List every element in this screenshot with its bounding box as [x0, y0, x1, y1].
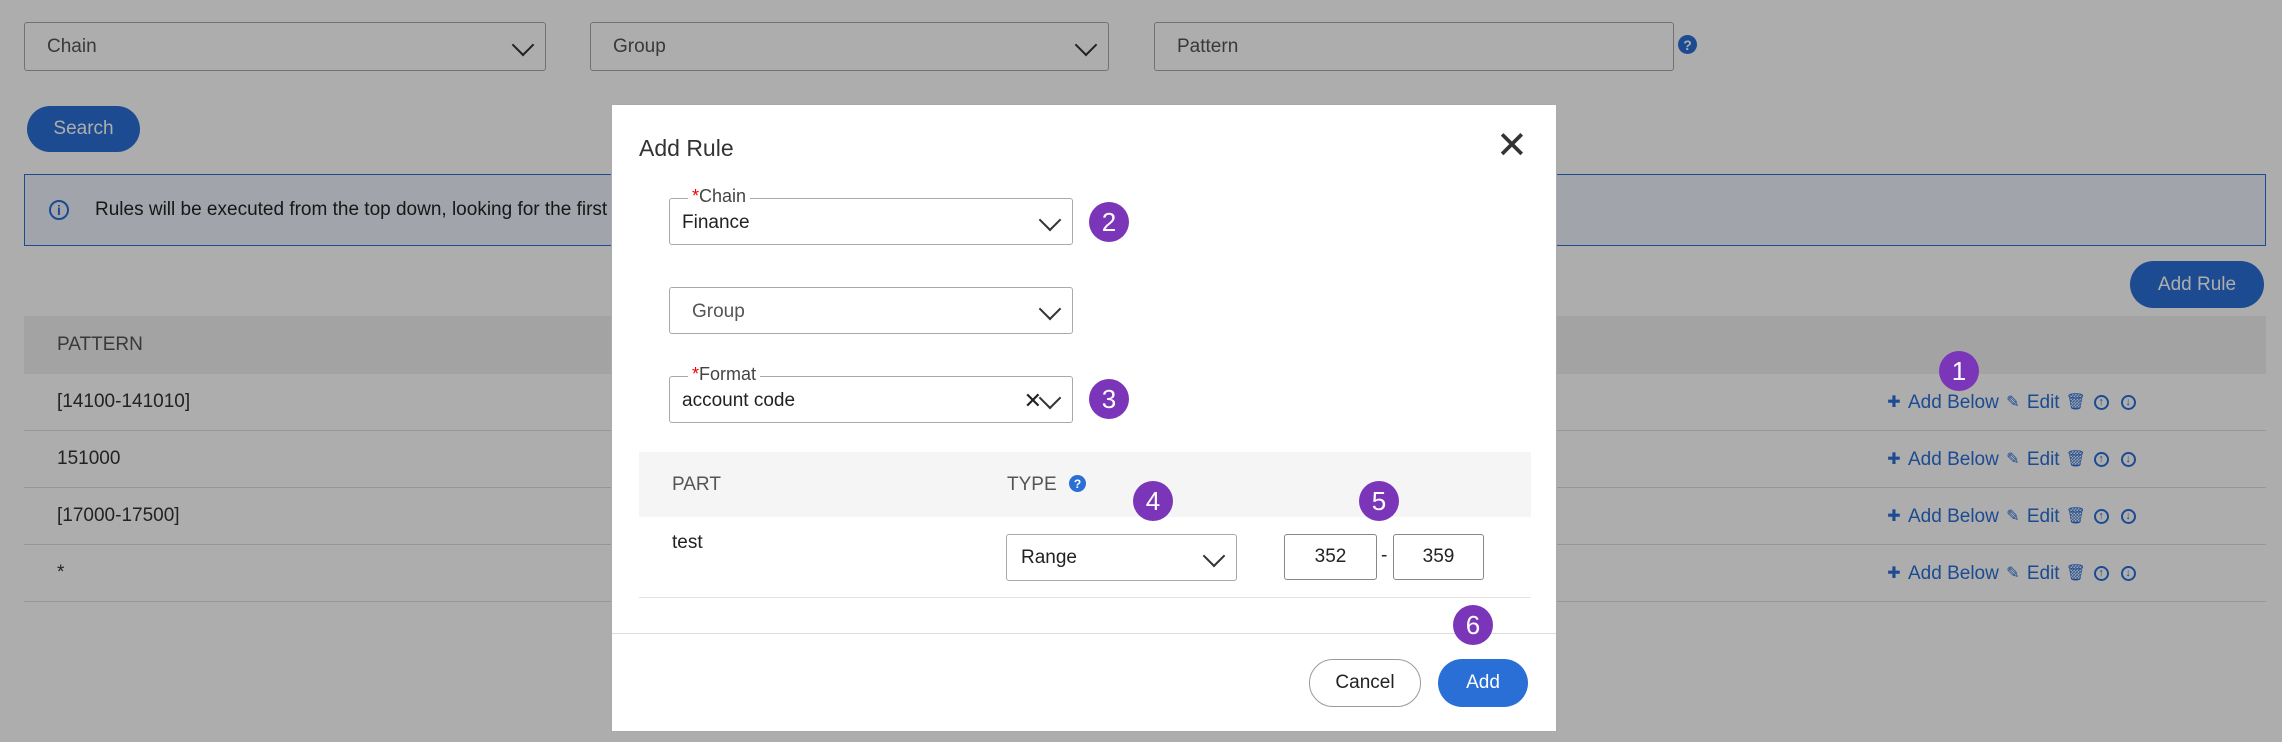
step-badge: 3 — [1089, 379, 1129, 419]
part-name: test — [672, 532, 703, 553]
clear-icon[interactable]: ✕ — [1024, 388, 1042, 414]
modal-title: Add Rule — [639, 135, 734, 161]
chain-select[interactable]: *Chain Finance — [669, 186, 1073, 245]
cancel-button[interactable]: Cancel — [1309, 659, 1421, 707]
group-placeholder: Group — [692, 301, 745, 322]
group-select[interactable]: Group — [669, 287, 1073, 334]
chain-value: Finance — [682, 212, 750, 233]
chevron-down-icon — [1202, 544, 1226, 567]
chain-legend: *Chain — [688, 186, 751, 207]
range-from-input[interactable]: 352 — [1284, 534, 1377, 580]
help-icon[interactable]: ? — [1069, 475, 1086, 492]
type-value: Range — [1021, 546, 1077, 568]
type-select[interactable]: Range — [1006, 534, 1237, 581]
step-badge: 4 — [1133, 481, 1173, 521]
format-legend: *Format — [688, 364, 761, 385]
close-icon[interactable]: ✕ — [1496, 127, 1528, 165]
chevron-down-icon — [1038, 208, 1062, 231]
step-badge: 5 — [1359, 481, 1399, 521]
modal-divider — [612, 633, 1556, 634]
part-column-header: PART — [672, 474, 721, 495]
chevron-down-icon — [1038, 297, 1062, 320]
add-rule-modal: Add Rule ✕ *Chain Finance Group *Format … — [611, 104, 1557, 732]
step-badge: 6 — [1453, 605, 1493, 645]
step-badge: 2 — [1089, 202, 1129, 242]
range-separator: - — [1381, 545, 1388, 566]
parts-table-row: test Range 352 - 359 — [639, 517, 1531, 598]
format-select[interactable]: *Format account code ✕ — [669, 364, 1073, 423]
type-column-header: TYPE — [1007, 474, 1057, 495]
range-to-input[interactable]: 359 — [1393, 534, 1484, 580]
add-button[interactable]: Add — [1438, 659, 1528, 707]
step-badge: 1 — [1939, 351, 1979, 391]
format-value: account code — [682, 390, 796, 411]
chevron-down-icon — [1038, 386, 1062, 409]
